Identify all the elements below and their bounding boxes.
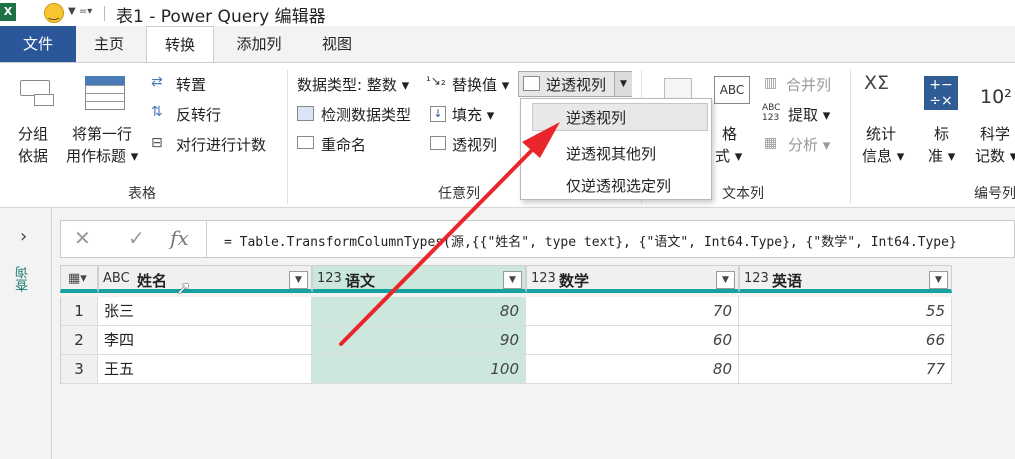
annotation-arrow bbox=[339, 122, 560, 346]
arrow-shaft bbox=[339, 142, 540, 346]
